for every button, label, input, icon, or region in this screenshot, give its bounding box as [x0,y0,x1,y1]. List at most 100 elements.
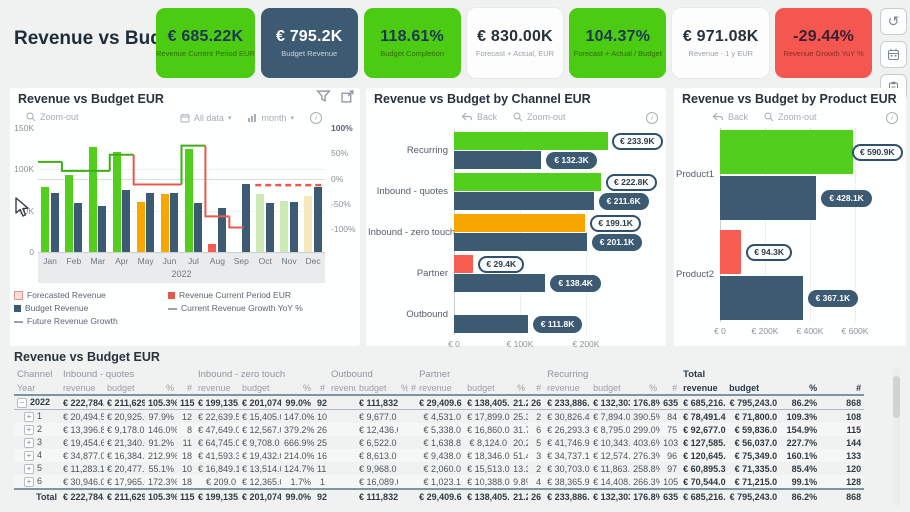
expand-toggle[interactable]: + [24,464,34,474]
value-cell [408,462,416,475]
value-cell: € 8,613.0 [359,450,397,461]
filter-icon[interactable] [316,90,331,103]
value-cell: € 9,968.0 [359,463,397,474]
revenue-bar-3[interactable] [454,214,586,232]
legend-item[interactable]: Future Revenue Growth [14,316,118,326]
value-cell [408,488,417,503]
kpi-card-1[interactable]: € 685.22K Revenue Current Period EUR [156,8,255,78]
group-header: Total [683,369,706,380]
kpi-card-2[interactable]: € 795.2K Budget Revenue [260,8,358,78]
expand-toggle[interactable]: − [17,398,27,408]
value-cell: 128 [846,476,862,487]
granularity-dropdown[interactable]: month [261,113,286,123]
revenue-value-pill: € 590.9K [852,144,903,161]
kpi-value: -29.44% [793,28,855,45]
expand-toggle[interactable]: + [24,451,34,461]
budget-bar-1[interactable] [720,176,817,220]
expand-toggle[interactable]: + [24,425,34,435]
value-cell: 99.0% [281,488,314,503]
subheader: % [145,381,177,396]
value-cell: € 8,124.0 [469,437,508,448]
value-cell: 91.2% [148,437,174,448]
value-cell: 868 [820,395,865,410]
calendar-button[interactable] [880,41,907,68]
budget-bar-4[interactable] [454,274,546,292]
refresh-button[interactable]: ↺ [880,8,907,35]
legend-label: Budget Revenue [25,303,89,313]
all-data-dropdown[interactable]: All data [194,113,224,123]
value-cell: € 17,899.0 [467,411,510,422]
info-icon[interactable]: i [646,112,658,124]
value-cell: € 127,585.3 [683,437,727,448]
budget-bar-2[interactable] [720,276,803,320]
back-button[interactable]: Back [477,112,497,122]
revenue-bar-2[interactable] [720,230,742,274]
table-scrollbar[interactable] [893,368,900,506]
value-cell: 21.2% [510,488,529,503]
revenue-bar-1[interactable] [720,130,853,174]
value-cell: 115 [846,424,862,435]
back-arrow-icon [712,112,724,121]
kpi-card-3[interactable]: 118.61% Budget Completion [363,8,461,78]
value-cell: 146.0% [148,424,177,435]
value-cell: 92 [314,395,329,410]
kpi-card-5[interactable]: 104.37% Forecast + Actual / Budget [569,8,667,78]
month-label: Apr [115,256,129,266]
x-axis-tick-label: € 200K [572,339,600,349]
budget-value-pill: € 367.1K [807,290,859,307]
budget-value-pill: € 138.4K [550,275,601,292]
value-cell: € 9,178.0 [107,424,145,435]
value-cell: € 15,513.0 [467,463,510,474]
budget-bar-2[interactable] [454,192,594,210]
panel-revenue-vs-budget: Revenue vs Budget EUR Zoom-out All data … [10,88,360,346]
revenue-bar-2[interactable] [454,173,602,191]
value-cell: 868 [820,488,865,503]
value-cell: € 71,335.0 [734,463,778,474]
info-icon[interactable]: i [886,112,898,124]
expand-toggle[interactable]: + [24,412,34,422]
legend-item[interactable]: Revenue Current Period EUR [168,290,291,300]
subheader: % [780,381,821,396]
value-cell: 105.3% [145,488,177,503]
info-icon[interactable]: i [310,112,322,124]
revenue-bar-4[interactable] [454,255,474,273]
scrollbar-thumb[interactable] [893,376,900,418]
zoom-out-button[interactable]: Zoom-out [527,112,566,122]
legend-item[interactable]: Forecasted Revenue [14,290,106,300]
forecasted-revenue-marker [14,290,23,300]
budget-bar-3[interactable] [454,233,587,251]
back-button[interactable]: Back [728,112,748,122]
value-cell: € 209.0 [205,476,236,487]
expand-icon[interactable] [341,90,354,103]
kpi-card-7[interactable]: -29.44% Revenue Growth YoY % [775,8,873,78]
value-cell: € 16,849.1 [198,463,239,474]
growth-line-marker [168,307,177,310]
value-cell: € 795,243.0 [726,395,781,410]
value-cell: € 8,795.0 [593,424,631,435]
value-cell [408,410,416,424]
value-cell: € 29,409.6 [416,488,465,503]
kpi-label: Budget Revenue [281,49,338,58]
subheader: # [408,381,417,396]
legend-item[interactable]: Budget Revenue [14,303,88,313]
kpi-card-4[interactable]: € 830.00K Forecast + Actual, EUR [466,8,564,78]
expand-toggle[interactable]: + [24,477,34,487]
value-cell: 8 [186,424,192,435]
kpi-card-6[interactable]: € 971.08K Revenue - 1 y EUR [672,8,770,78]
table-title: Revenue vs Budget EUR [14,350,160,364]
value-cell: 108 [846,411,862,422]
legend-item[interactable]: Current Revenue Growth YoY % [168,303,303,313]
value-cell: 10 [181,463,192,474]
zoom-out-button[interactable]: Zoom-out [778,112,817,122]
value-cell: 3 [536,450,542,461]
value-cell: € 38,365.9 [547,476,590,487]
value-cell: 160.1% [786,450,818,461]
chart1-zoom-out[interactable]: Zoom-out [26,112,79,122]
expand-toggle[interactable]: + [24,438,34,448]
value-cell: 51.4% [513,450,528,461]
value-cell: € 19,454.6 [63,437,104,448]
budget-bar-1[interactable] [454,151,542,169]
revenue-bar-1[interactable] [454,132,609,150]
value-cell: 144 [846,437,862,448]
budget-bar-5[interactable] [454,315,528,333]
